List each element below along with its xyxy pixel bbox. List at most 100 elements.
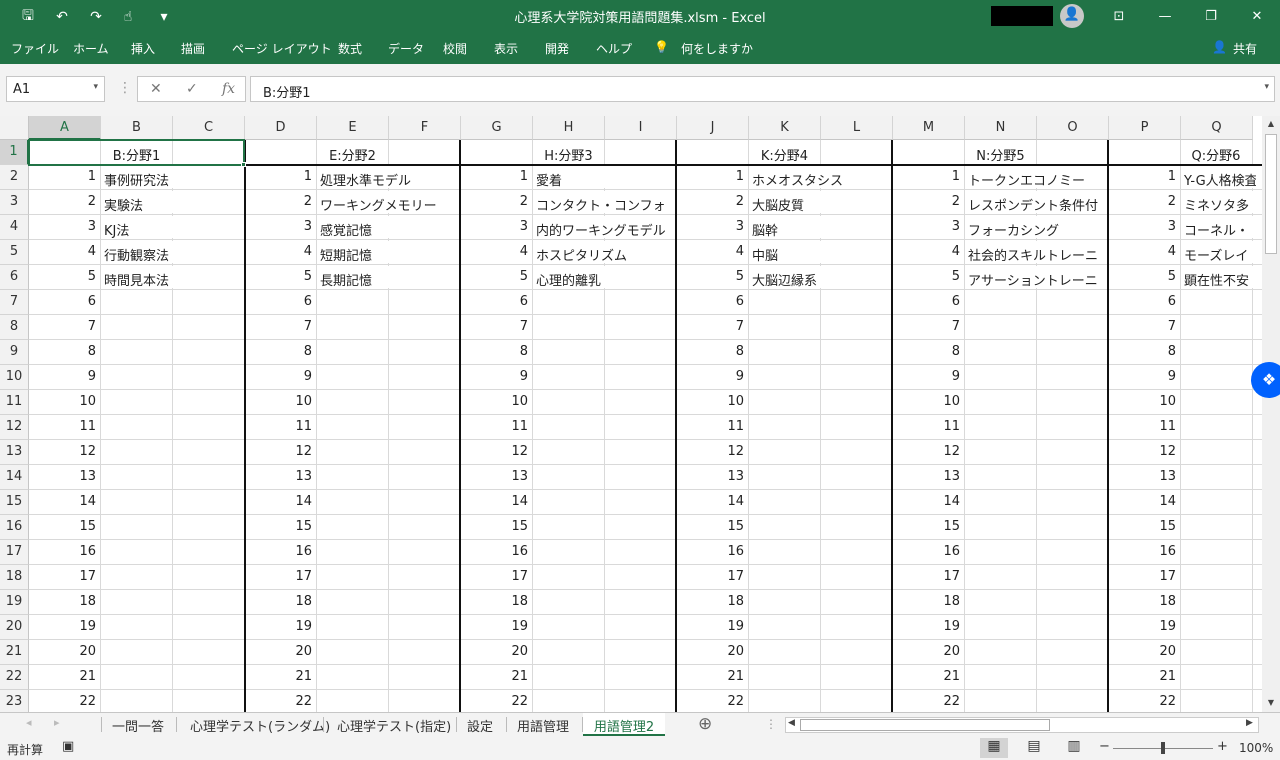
term-cell[interactable]: 愛着 <box>533 166 673 188</box>
category-header[interactable]: Q:分野6 <box>1109 142 1262 164</box>
row-header-9[interactable]: 9 <box>0 340 29 365</box>
term-number-cell[interactable]: 18 <box>677 590 748 612</box>
term-cell[interactable]: 内的ワーキングモデル <box>533 216 673 238</box>
term-number-cell[interactable]: 4 <box>29 240 100 262</box>
cancel-icon[interactable]: ✕ <box>150 81 162 97</box>
column-header-i[interactable]: I <box>605 116 677 140</box>
row-header-8[interactable]: 8 <box>0 315 29 340</box>
term-number-cell[interactable]: 6 <box>677 290 748 312</box>
tab-data[interactable]: データ <box>388 40 424 57</box>
term-cell[interactable]: 中脳 <box>749 241 889 263</box>
column-header-e[interactable]: E <box>317 116 389 140</box>
row-header-1[interactable]: 1 <box>0 140 29 165</box>
term-cell[interactable]: ホメオスタシス <box>749 166 889 188</box>
term-number-cell[interactable]: 2 <box>1109 190 1180 212</box>
term-number-cell[interactable]: 22 <box>29 690 100 712</box>
term-number-cell[interactable]: 10 <box>245 390 316 412</box>
term-cell[interactable]: Y-G人格検査 <box>1181 166 1256 188</box>
column-header-g[interactable]: G <box>461 116 533 140</box>
insert-function-icon[interactable]: fx <box>222 81 235 97</box>
term-number-cell[interactable]: 5 <box>677 265 748 287</box>
next-sheet-icon[interactable]: ▸ <box>54 716 60 729</box>
term-number-cell[interactable]: 22 <box>677 690 748 712</box>
term-number-cell[interactable]: 10 <box>29 390 100 412</box>
term-number-cell[interactable]: 13 <box>461 465 532 487</box>
row-header-3[interactable]: 3 <box>0 190 29 215</box>
term-number-cell[interactable]: 19 <box>245 615 316 637</box>
tab-view[interactable]: 表示 <box>494 40 518 57</box>
row-header-4[interactable]: 4 <box>0 215 29 240</box>
column-header-h[interactable]: H <box>533 116 605 140</box>
user-avatar-icon[interactable]: 👤 <box>1060 4 1084 28</box>
column-header-f[interactable]: F <box>389 116 461 140</box>
term-number-cell[interactable]: 10 <box>893 390 964 412</box>
term-cell[interactable]: 大脳皮質 <box>749 191 889 213</box>
column-header-c[interactable]: C <box>173 116 245 140</box>
term-number-cell[interactable]: 1 <box>1109 165 1180 187</box>
row-header-20[interactable]: 20 <box>0 615 29 640</box>
term-number-cell[interactable]: 13 <box>245 465 316 487</box>
tab-home[interactable]: ホーム <box>73 40 109 57</box>
term-cell[interactable]: アサーショントレーニ <box>965 266 1105 288</box>
term-number-cell[interactable]: 13 <box>29 465 100 487</box>
category-header[interactable]: E:分野2 <box>245 142 460 164</box>
prev-sheet-icon[interactable]: ◂ <box>26 716 32 729</box>
zoom-level[interactable]: 100% <box>1239 741 1273 755</box>
term-number-cell[interactable]: 21 <box>29 665 100 687</box>
term-number-cell[interactable]: 8 <box>29 340 100 362</box>
column-header-d[interactable]: D <box>245 116 317 140</box>
tab-file[interactable]: ファイル <box>11 40 59 57</box>
term-cell[interactable]: コンタクト・コンフォ <box>533 191 673 213</box>
term-number-cell[interactable]: 19 <box>677 615 748 637</box>
term-number-cell[interactable]: 6 <box>245 290 316 312</box>
row-header-13[interactable]: 13 <box>0 440 29 465</box>
term-number-cell[interactable]: 12 <box>893 440 964 462</box>
term-cell[interactable]: レスポンデント条件付 <box>965 191 1105 213</box>
term-cell[interactable]: ミネソタ多 <box>1181 191 1256 213</box>
formula-input[interactable]: B:分野1 ▾ <box>250 76 1275 102</box>
ribbon-display-options-icon[interactable]: ⊡ <box>1096 0 1142 33</box>
term-number-cell[interactable]: 11 <box>893 415 964 437</box>
term-number-cell[interactable]: 14 <box>893 490 964 512</box>
row-header-17[interactable]: 17 <box>0 540 29 565</box>
term-number-cell[interactable]: 1 <box>461 165 532 187</box>
term-number-cell[interactable]: 4 <box>677 240 748 262</box>
term-number-cell[interactable]: 10 <box>1109 390 1180 412</box>
row-header-6[interactable]: 6 <box>0 265 29 290</box>
scroll-right-icon[interactable]: ▶ <box>1246 718 1253 728</box>
more-options-icon[interactable]: ⋮ <box>118 80 132 96</box>
term-number-cell[interactable]: 15 <box>461 515 532 537</box>
row-header-11[interactable]: 11 <box>0 390 29 415</box>
term-number-cell[interactable]: 8 <box>677 340 748 362</box>
term-number-cell[interactable]: 16 <box>893 540 964 562</box>
select-all-corner[interactable] <box>0 116 29 140</box>
row-header-15[interactable]: 15 <box>0 490 29 515</box>
row-header-10[interactable]: 10 <box>0 365 29 390</box>
term-cell[interactable]: 顕在性不安 <box>1181 266 1256 288</box>
term-number-cell[interactable]: 6 <box>893 290 964 312</box>
term-number-cell[interactable]: 1 <box>677 165 748 187</box>
term-number-cell[interactable]: 14 <box>1109 490 1180 512</box>
term-number-cell[interactable]: 8 <box>245 340 316 362</box>
close-icon[interactable]: ✕ <box>1234 0 1280 33</box>
term-number-cell[interactable]: 9 <box>245 365 316 387</box>
term-number-cell[interactable]: 16 <box>29 540 100 562</box>
term-cell[interactable]: 心理的離乳 <box>533 266 673 288</box>
term-number-cell[interactable]: 9 <box>893 365 964 387</box>
row-header-18[interactable]: 18 <box>0 565 29 590</box>
row-header-19[interactable]: 19 <box>0 590 29 615</box>
term-cell[interactable]: フォーカシング <box>965 216 1105 238</box>
term-number-cell[interactable]: 15 <box>29 515 100 537</box>
term-number-cell[interactable]: 3 <box>461 215 532 237</box>
term-number-cell[interactable]: 14 <box>245 490 316 512</box>
tell-me-search[interactable]: 何をしますか <box>681 40 753 57</box>
term-number-cell[interactable]: 2 <box>677 190 748 212</box>
term-number-cell[interactable]: 21 <box>893 665 964 687</box>
term-number-cell[interactable]: 16 <box>245 540 316 562</box>
term-cell[interactable]: 脳幹 <box>749 216 889 238</box>
term-number-cell[interactable]: 2 <box>245 190 316 212</box>
row-header-14[interactable]: 14 <box>0 465 29 490</box>
term-number-cell[interactable]: 11 <box>1109 415 1180 437</box>
term-number-cell[interactable]: 5 <box>461 265 532 287</box>
term-number-cell[interactable]: 1 <box>245 165 316 187</box>
